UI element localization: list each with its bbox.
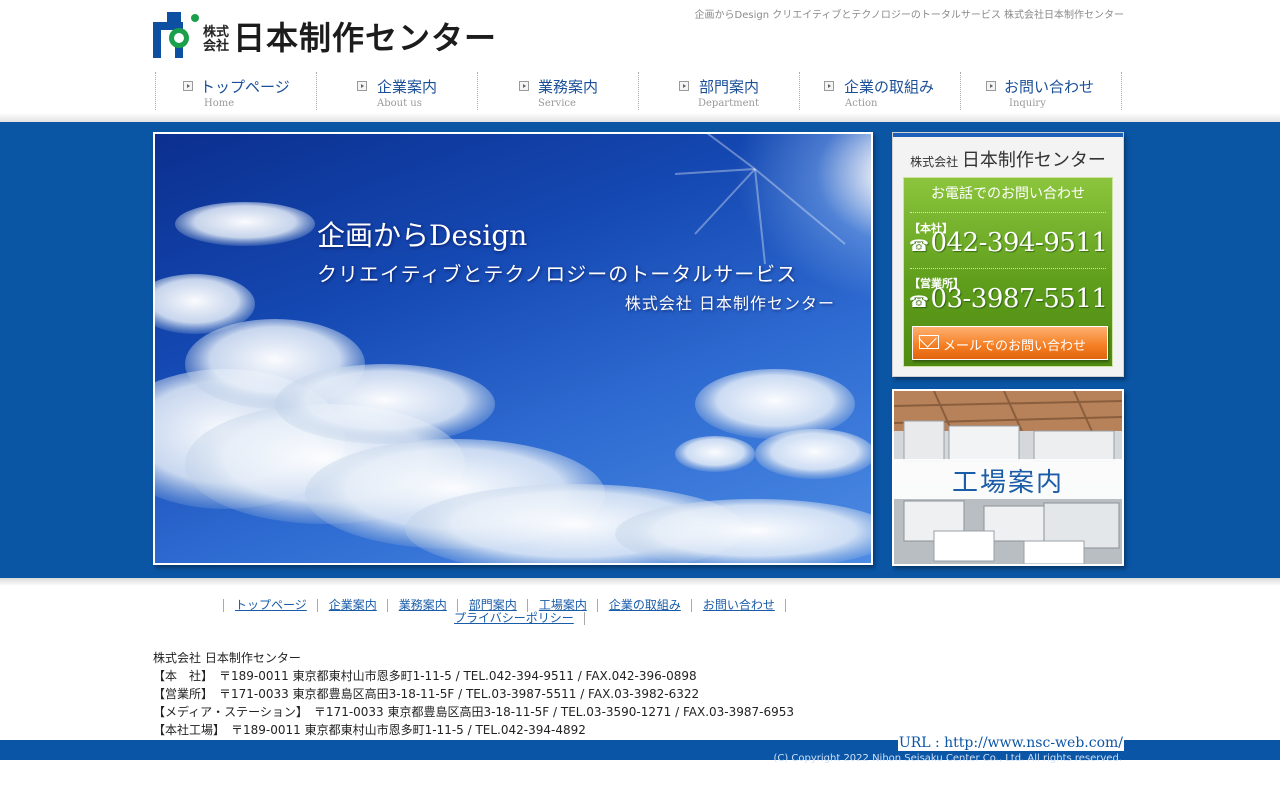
nav-sub-label: Department (698, 98, 759, 109)
site-url: URL : http://www.nsc-web.com/ (897, 735, 1124, 751)
nav-label: 企業の取組み (844, 78, 935, 96)
logo-mark-icon (153, 12, 199, 58)
nav-arrow-icon (183, 81, 193, 91)
divider (910, 212, 1106, 213)
contact-company-prefix: 株式会社 (910, 155, 959, 169)
nav-sub-label: Action (845, 98, 878, 109)
contact-company-main: 日本制作センター (961, 150, 1106, 171)
nav-arrow-icon (519, 81, 529, 91)
footer-link-text[interactable]: 工場案内 (539, 598, 587, 612)
address-line: 【本社工場】 〒189-0011 東京都東村山市恩多町1-11-5 / TEL.… (153, 723, 586, 737)
site-header: 株式会社 日本制作センター 企画からDesign クリエイティブとテクノロジーの… (0, 0, 1280, 122)
nav-label: 業務案内 (538, 78, 599, 96)
mail-inquiry-button[interactable]: メールでのお問い合わせ (912, 326, 1108, 360)
footer-link-home[interactable]: トップページ (223, 599, 317, 612)
nav-item-inquiry[interactable]: お問い合わせ Inquiry (960, 72, 1122, 110)
site-tagline: 企画からDesign クリエイティブとテクノロジーのトータルサービス 株式会社日… (694, 10, 1124, 21)
footer-link-privacy[interactable]: プライバシーポリシー (443, 612, 585, 625)
contact-box: 株式会社 日本制作センター お電話でのお問い合わせ 【本社】 ☎042-394-… (892, 132, 1124, 377)
page: 株式会社 日本制作センター 企画からDesign クリエイティブとテクノロジーの… (0, 0, 1280, 800)
head-office-tel: 042-394-9511 (930, 228, 1108, 258)
divider (910, 268, 1106, 269)
nav-arrow-icon (986, 81, 996, 91)
footer-link-text[interactable]: 企業案内 (329, 598, 377, 612)
sales-office-phone: ☎03-3987-5511 (909, 284, 1108, 314)
nav-arrow-icon (824, 81, 834, 91)
nav-item-about[interactable]: 企業案内 About us (316, 72, 477, 110)
head-office-phone: ☎042-394-9511 (909, 228, 1108, 258)
nav-sub-label: About us (377, 98, 422, 109)
footer-link-text[interactable]: お問い合わせ (703, 598, 775, 612)
nav-arrow-icon (679, 81, 689, 91)
footer-nav-row: プライバシーポリシー (223, 612, 823, 625)
phone-contact-panel: お電話でのお問い合わせ 【本社】 ☎042-394-9511 【営業所】 ☎03… (903, 177, 1113, 367)
footer-link-inquiry[interactable]: お問い合わせ (690, 598, 786, 612)
copyright-text: (C) Copyright 2022 Nihon Seisaku Center … (773, 753, 1122, 764)
footer-nav: トップページ 企業案内 業務案内 部門案内 工場案内 企業の取組み お問い合わせ プライバシ… (223, 599, 823, 625)
footer-link-text[interactable]: 部門案内 (469, 598, 517, 612)
phone-icon: ☎ (909, 236, 929, 255)
footer-link-service[interactable]: 業務案内 (386, 598, 457, 612)
global-nav: トップページ Home 企業案内 About us 業務案内 Service 部… (155, 72, 1126, 110)
nav-item-service[interactable]: 業務案内 Service (477, 72, 638, 110)
band-shadow (0, 578, 1280, 586)
mail-icon (919, 335, 939, 349)
hero-headline: 企画からDesign (317, 219, 528, 252)
address-line: 【メディア・ステーション】 〒171-0033 東京都豊島区高田3-18-11-… (153, 705, 795, 719)
footer-link-about[interactable]: 企業案内 (316, 598, 387, 612)
nav-label: お問い合わせ (1004, 78, 1095, 96)
nav-item-action[interactable]: 企業の取組み Action (799, 72, 960, 110)
header-shadow (0, 113, 1280, 122)
nav-item-home[interactable]: トップページ Home (155, 72, 316, 110)
address-line: 【営業所】 〒171-0033 東京都豊島区高田3-18-11-5F / TEL… (153, 687, 700, 701)
contact-top-accent (893, 133, 1123, 137)
nav-sub-label: Inquiry (1009, 98, 1046, 109)
footer-link-text[interactable]: トップページ (235, 598, 307, 612)
sales-office-tel: 03-3987-5511 (930, 284, 1108, 314)
nav-arrow-icon (357, 81, 367, 91)
nav-item-department[interactable]: 部門案内 Department (638, 72, 799, 110)
footer-link-action[interactable]: 企業の取組み (596, 598, 691, 612)
footer-company-name: 株式会社 日本制作センター (153, 651, 301, 665)
phone-contact-title: お電話でのお問い合わせ (931, 186, 1085, 202)
address-line: 【本 社】 〒189-0011 東京都東村山市恩多町1-11-5 / TEL.0… (153, 669, 697, 683)
nav-label: 企業案内 (377, 78, 438, 96)
factory-label: 工場案内 (951, 468, 1064, 498)
phone-icon: ☎ (909, 292, 929, 311)
logo-company-name: 日本制作センター (233, 19, 498, 57)
nav-label: 部門案内 (699, 78, 760, 96)
nav-label: トップページ (200, 78, 290, 96)
company-address-block: 株式会社 日本制作センター 【本 社】 〒189-0011 東京都東村山市恩多町… (153, 649, 794, 739)
mail-inquiry-label: メールでのお問い合わせ (943, 339, 1087, 354)
footer-link-text[interactable]: 企業の取組み (609, 598, 681, 612)
footer-link-text[interactable]: 業務案内 (399, 598, 447, 612)
logo-small-text: 株式会社 (203, 25, 230, 54)
site-logo[interactable]: 株式会社 日本制作センター (153, 12, 496, 58)
factory-banner[interactable]: 工場案内 (892, 389, 1124, 566)
cloud-sky-graphic (155, 134, 871, 563)
contact-company-name: 株式会社 日本制作センター (893, 146, 1123, 172)
hero-company: 株式会社 日本制作センター (624, 294, 835, 313)
nav-sub-label: Service (538, 98, 576, 109)
footer-link-text[interactable]: プライバシーポリシー (454, 611, 574, 625)
nav-sub-label: Home (204, 98, 235, 109)
hero-subheadline: クリエイティブとテクノロジーのトータルサービス (317, 262, 798, 286)
hero-banner: 企画からDesign クリエイティブとテクノロジーのトータルサービス 株式会社 … (153, 132, 873, 565)
